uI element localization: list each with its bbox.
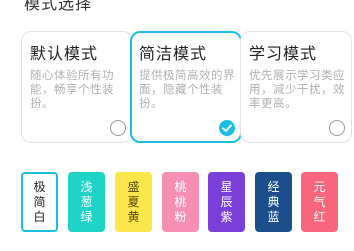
theme-swatch-purple[interactable]: 星辰紫 [208,172,245,232]
mode-selector: 默认模式 随心体验所有功能，畅享个性装扮。 简洁模式 提供极简高效的界面，隐藏个… [0,0,354,160]
theme-swatch-green[interactable]: 浅葱绿 [68,172,105,232]
theme-swatch-blue[interactable]: 经典蓝 [255,172,292,232]
mode-title: 学习模式 [249,44,318,63]
theme-swatch-yellow[interactable]: 盛夏黄 [115,172,152,232]
mode-card-study[interactable]: 学习模式 优先展示学习类应用，减少干扰，效率更高。 [240,31,352,143]
theme-label: 桃桃粉 [174,179,187,224]
radio-unchecked-icon[interactable] [329,120,345,136]
theme-label: 元气红 [313,179,326,224]
theme-swatch-white[interactable]: 极简白 [21,172,58,232]
mode-title: 简洁模式 [139,44,208,63]
radio-checked-icon[interactable] [219,120,235,136]
mode-card-default[interactable]: 默认模式 随心体验所有功能，畅享个性装扮。 [21,31,133,143]
radio-unchecked-icon[interactable] [110,120,126,136]
mode-title: 默认模式 [30,44,99,63]
theme-swatch-pink[interactable]: 桃桃粉 [162,172,199,232]
theme-label: 星辰紫 [220,179,233,224]
mode-description: 提供极简高效的界面，隐藏个性装扮。 [139,68,235,110]
theme-label: 经典蓝 [267,179,280,224]
mode-card-simple[interactable]: 简洁模式 提供极简高效的界面，隐藏个性装扮。 [130,31,242,143]
mode-description: 随心体验所有功能，畅享个性装扮。 [30,68,114,110]
mode-description: 优先展示学习类应用，减少干扰，效率更高。 [249,68,345,110]
theme-swatch-red[interactable]: 元气红 [301,172,338,232]
theme-label: 极简白 [33,179,46,224]
theme-label: 浅葱绿 [80,179,93,224]
theme-label: 盛夏黄 [127,179,140,224]
